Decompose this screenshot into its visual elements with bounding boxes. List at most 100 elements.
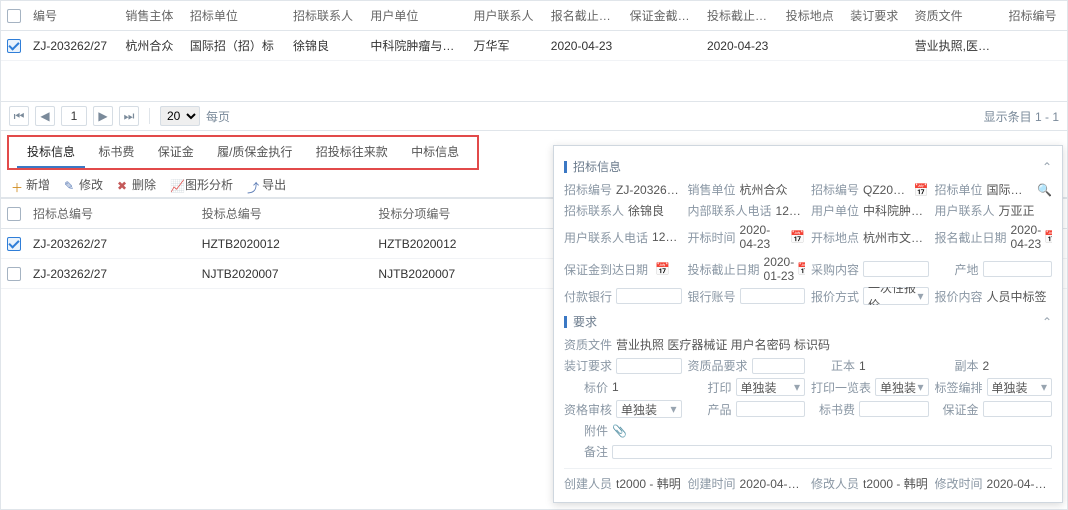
table-row[interactable]: ZJ-203262/27 杭州合众 国际招（招）标 徐锦良 中科院肿瘤与… 万华… bbox=[1, 31, 1067, 61]
pager: ⏮ ◀ 1 ▶ ⏭ 20 每页 显示条目 1 - 1 bbox=[1, 101, 1067, 131]
input[interactable] bbox=[983, 401, 1053, 417]
input[interactable] bbox=[859, 401, 929, 417]
calendar-icon[interactable]: 📅 bbox=[1044, 230, 1052, 244]
cell: NJTB2020007 bbox=[196, 259, 373, 289]
col-header[interactable]: 投标截止… bbox=[701, 1, 780, 31]
col-header[interactable]: 保证金截… bbox=[624, 1, 701, 31]
date-value: 2020-04-23 bbox=[740, 223, 788, 251]
calendar-icon[interactable]: 📅 bbox=[655, 262, 670, 276]
select[interactable]: 单独装▾ bbox=[736, 378, 806, 396]
add-button[interactable]: 新增 bbox=[11, 176, 50, 193]
input[interactable] bbox=[983, 261, 1053, 277]
prev-page-button[interactable]: ◀ bbox=[35, 106, 55, 126]
tab-transactions[interactable]: 招投标往来款 bbox=[306, 141, 398, 166]
last-page-button[interactable]: ⏭ bbox=[119, 106, 139, 126]
first-page-button[interactable]: ⏮ bbox=[9, 106, 29, 126]
section-header: 招标信息 ⌃ bbox=[564, 158, 1052, 175]
val: 12345670910 bbox=[776, 204, 805, 218]
cell-link[interactable]: 徐锦良 bbox=[287, 31, 364, 61]
input[interactable] bbox=[736, 401, 806, 417]
select[interactable]: 单独装▾ bbox=[616, 400, 681, 418]
select-all-checkbox[interactable] bbox=[7, 9, 21, 23]
input[interactable] bbox=[616, 358, 681, 374]
chevron-down-icon: ▾ bbox=[917, 289, 923, 303]
col-header[interactable]: 投标总编号 bbox=[196, 199, 373, 229]
cell-link[interactable]: 杭州合众 bbox=[119, 31, 183, 61]
val: 杭州合众 bbox=[740, 181, 805, 198]
select[interactable]: 单独装▾ bbox=[987, 378, 1052, 396]
col-header[interactable]: 投标地点 bbox=[780, 1, 844, 31]
paperclip-icon[interactable]: 📎 bbox=[612, 424, 627, 438]
col-header[interactable]: 招标编号 bbox=[1002, 1, 1067, 31]
select[interactable]: 单独装▾ bbox=[875, 378, 928, 396]
input[interactable] bbox=[863, 261, 928, 277]
cell-link[interactable]: 国际招（招）标 bbox=[184, 31, 287, 61]
input[interactable] bbox=[752, 358, 805, 374]
id-link[interactable]: ZJ-203262/27 bbox=[27, 259, 196, 289]
plus-icon bbox=[11, 179, 23, 191]
val: t2000 - 韩明 bbox=[863, 475, 928, 492]
input[interactable] bbox=[740, 288, 805, 304]
val: QZ2020Q1800 1908 bbox=[863, 183, 910, 197]
cell bbox=[1002, 31, 1067, 61]
val: t2000 - 韩明 bbox=[616, 475, 681, 492]
col-header[interactable]: 资质文件 bbox=[909, 1, 1003, 31]
col-header[interactable]: 招标联系人 bbox=[287, 1, 364, 31]
cell: HZTB2020012 bbox=[372, 229, 549, 259]
id-link[interactable]: ZJ-203262/27 bbox=[27, 31, 119, 61]
col-header[interactable]: 投标分项编号 bbox=[372, 199, 549, 229]
edit-button[interactable]: 修改 bbox=[64, 176, 103, 193]
cell: HZTB2020012 bbox=[196, 229, 373, 259]
col-header[interactable]: 编号 bbox=[27, 1, 119, 31]
val: 中科院肿瘤与基因研 bbox=[863, 202, 928, 219]
tab-perform-deposit[interactable]: 履/质保金执行 bbox=[207, 141, 302, 166]
col-header[interactable]: 报名截止… bbox=[545, 1, 624, 31]
remark-input[interactable] bbox=[612, 445, 1052, 459]
col-header[interactable]: 招标总编号 bbox=[27, 199, 196, 229]
col-header[interactable]: 用户联系人 bbox=[467, 1, 544, 31]
input[interactable] bbox=[616, 288, 681, 304]
tab-award-info[interactable]: 中标信息 bbox=[401, 141, 469, 166]
cell: 营业执照,医… bbox=[909, 31, 1003, 61]
cell bbox=[624, 31, 701, 61]
row-checkbox[interactable] bbox=[7, 237, 21, 251]
collapse-icon[interactable]: ⌃ bbox=[1042, 315, 1052, 329]
page-number-input[interactable]: 1 bbox=[61, 106, 87, 126]
cell-link[interactable]: 中科院肿瘤与… bbox=[364, 31, 467, 61]
main-table: 编号 销售主体 招标单位 招标联系人 用户单位 用户联系人 报名截止… 保证金截… bbox=[1, 1, 1067, 61]
row-checkbox[interactable] bbox=[7, 267, 21, 281]
chart-button[interactable]: 图形分析 bbox=[170, 176, 233, 193]
delete-button[interactable]: 删除 bbox=[117, 176, 156, 193]
val: 杭州市文三路90号东部软 bbox=[863, 229, 928, 246]
id-link[interactable]: ZJ-203262/27 bbox=[27, 229, 196, 259]
main-header-row: 编号 销售主体 招标单位 招标联系人 用户单位 用户联系人 报名截止… 保证金截… bbox=[1, 1, 1067, 31]
chevron-down-icon: ▾ bbox=[1041, 380, 1047, 394]
calendar-icon[interactable]: 📅 bbox=[797, 262, 805, 276]
next-page-button[interactable]: ▶ bbox=[93, 106, 113, 126]
cell-link[interactable]: 万华军 bbox=[467, 31, 544, 61]
calendar-icon[interactable]: 📅 bbox=[790, 230, 805, 244]
val: 万亚正 bbox=[999, 202, 1052, 219]
export-button[interactable]: 导出 bbox=[247, 176, 286, 193]
select-all-checkbox[interactable] bbox=[7, 207, 21, 221]
col-header[interactable]: 销售主体 bbox=[119, 1, 183, 31]
tab-deposit[interactable]: 保证金 bbox=[148, 141, 204, 166]
pager-summary: 显示条目 1 - 1 bbox=[984, 108, 1059, 125]
val: 营业执照 医疗器械证 用户名密码 标识码 bbox=[616, 336, 1052, 353]
chart-icon bbox=[170, 179, 182, 191]
page-size-select[interactable]: 20 bbox=[160, 106, 200, 126]
col-header[interactable]: 招标单位 bbox=[184, 1, 287, 31]
section-header: 要求 ⌃ bbox=[564, 313, 1052, 330]
val: 2020-04-26 03:31 bbox=[987, 477, 1052, 491]
row-checkbox[interactable] bbox=[7, 39, 21, 53]
select[interactable]: 一次性报价▾ bbox=[863, 287, 928, 305]
search-icon[interactable]: 🔍 bbox=[1037, 183, 1052, 197]
cell bbox=[844, 31, 908, 61]
col-header[interactable]: 用户单位 bbox=[364, 1, 467, 31]
tab-bid-info[interactable]: 投标信息 bbox=[17, 141, 85, 168]
calendar-icon[interactable]: 📅 bbox=[914, 183, 929, 197]
col-header[interactable]: 装订要求 bbox=[844, 1, 908, 31]
collapse-icon[interactable]: ⌃ bbox=[1042, 160, 1052, 174]
tab-doc-fee[interactable]: 标书费 bbox=[88, 141, 144, 166]
val: 1 bbox=[859, 359, 929, 373]
